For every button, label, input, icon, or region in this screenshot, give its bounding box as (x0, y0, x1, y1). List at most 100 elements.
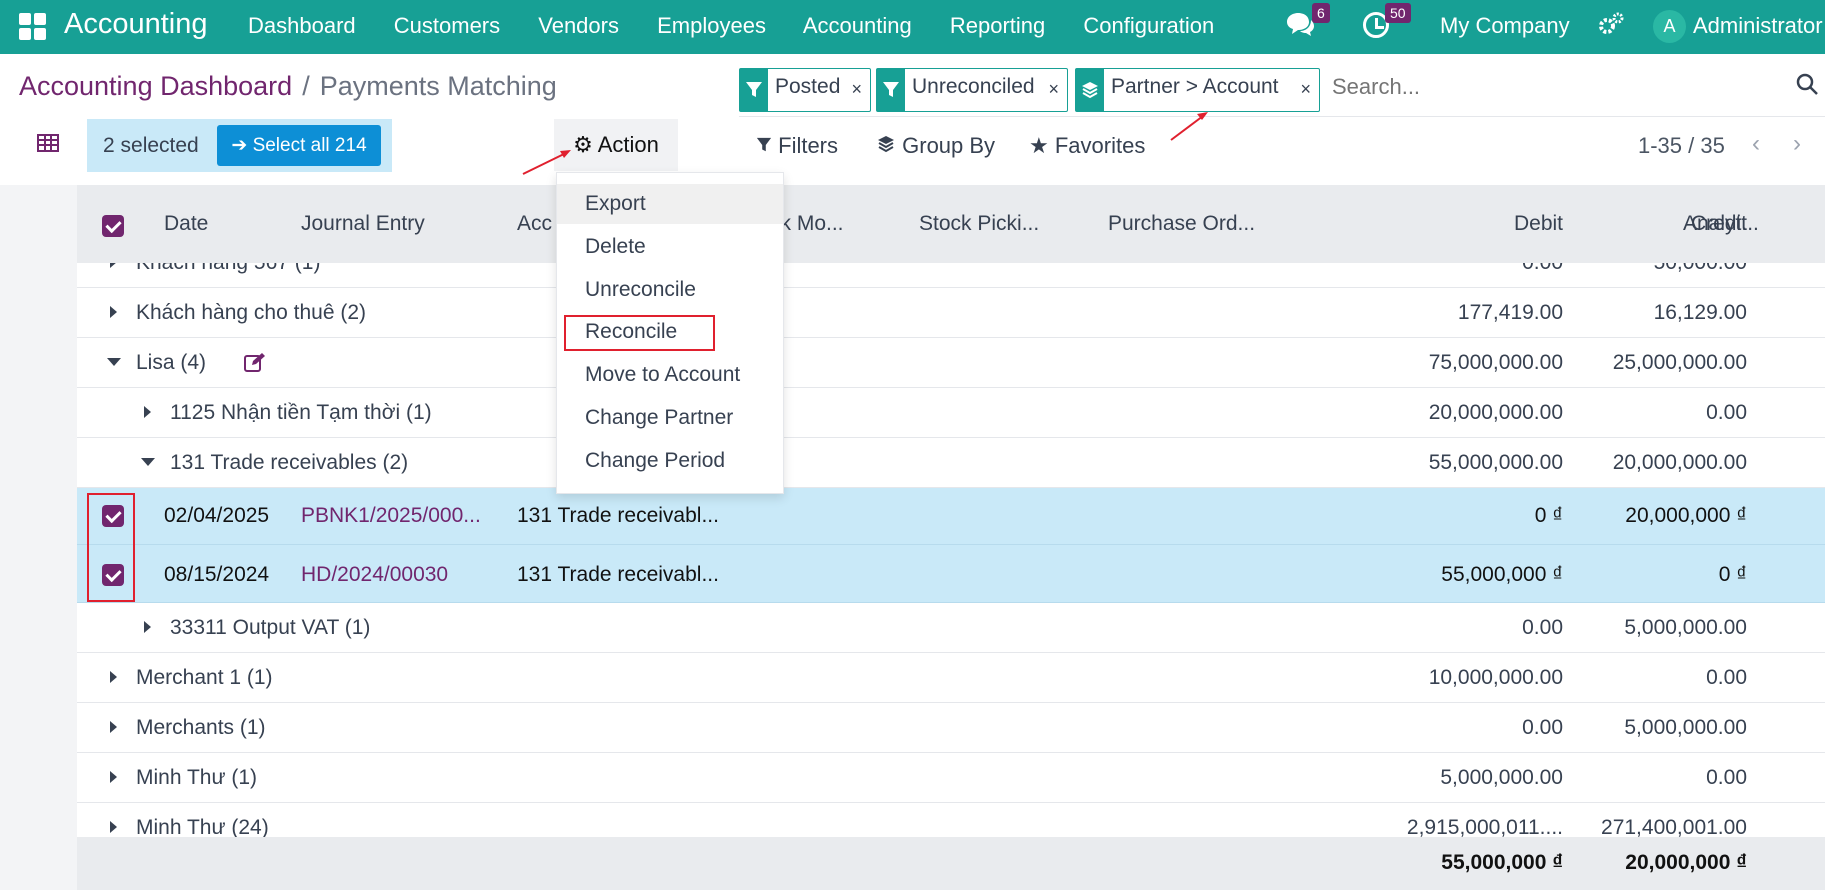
menu-customers[interactable]: Customers (394, 13, 500, 38)
group-credit: 25,000,000.00 (1612, 351, 1747, 374)
group-debit: 0.00 (1377, 263, 1563, 275)
edit-icon[interactable] (244, 352, 266, 378)
apps-grid-icon[interactable] (19, 13, 47, 41)
chat-icon[interactable] (1285, 12, 1315, 45)
menu-vendors[interactable]: Vendors (538, 13, 619, 38)
facet-remove[interactable]: × (851, 79, 862, 100)
col-analytic[interactable]: Analyt... (1683, 212, 1759, 236)
cell-date: 02/04/2025 (164, 504, 270, 527)
menu-dashboard[interactable]: Dashboard (248, 13, 356, 38)
subgroup-row[interactable]: 1125 Nhận tiền Tạm thời (1) 20,000,000.0… (77, 388, 1825, 438)
menu-item-delete[interactable]: Delete (557, 227, 783, 267)
col-account[interactable]: Acc (517, 212, 552, 236)
table-row[interactable]: 08/15/2024 HD/2024/00030 131 Trade recei… (77, 545, 1825, 603)
menu-item-move-to-account[interactable]: Move to Account (557, 355, 783, 395)
group-label: Minh Thư (24) (136, 816, 269, 838)
table-row[interactable]: 02/04/2025 PBNK1/2025/000... 131 Trade r… (77, 488, 1825, 545)
cell-credit: 0 ₫ (1718, 563, 1747, 586)
menu-item-unreconcile[interactable]: Unreconcile (557, 270, 783, 310)
breadcrumb-parent[interactable]: Accounting Dashboard (19, 71, 292, 101)
menu-item-change-partner[interactable]: Change Partner (557, 398, 783, 438)
top-navbar: Accounting Dashboard Customers Vendors E… (0, 0, 1825, 54)
group-credit: 0.00 (1706, 401, 1747, 424)
col-date[interactable]: Date (164, 212, 208, 236)
user-menu[interactable]: Administrator (1693, 13, 1823, 39)
caret-right-icon (110, 771, 117, 783)
facet-posted: Posted × (739, 68, 871, 112)
caret-right-icon (110, 671, 117, 683)
chevron-right-icon[interactable]: › (1793, 130, 1801, 158)
filters-button[interactable]: Filters (756, 133, 838, 159)
col-debit[interactable]: Debit (1377, 212, 1563, 236)
search-icon[interactable] (1795, 72, 1819, 102)
group-label: Khách hàng cho thuê (2) (136, 301, 366, 324)
group-debit: 5,000,000.00 (1440, 766, 1563, 789)
group-label: 1125 Nhận tiền Tạm thời (1) (170, 401, 432, 424)
cell-journal-entry[interactable]: HD/2024/00030 (301, 563, 448, 587)
select-all-checkbox[interactable] (102, 215, 124, 237)
group-debit: 75,000,000.00 (1428, 351, 1563, 374)
caret-right-icon (144, 406, 151, 418)
group-debit: 0.00 (1522, 716, 1563, 739)
group-row[interactable]: Khách hàng cho thuê (2) 177,419.00 16,12… (77, 288, 1825, 338)
group-row[interactable]: Minh Thư (1) 5,000,000.00 0.00 (77, 753, 1825, 803)
group-label: Merchant 1 (1) (136, 666, 273, 689)
cogs-icon[interactable] (1597, 10, 1625, 45)
group-row[interactable]: Merchant 1 (1) 10,000,000.00 0.00 (77, 653, 1825, 703)
group-row[interactable]: Merchants (1) 0.00 5,000,000.00 (77, 703, 1825, 753)
cell-credit: 20,000,000 ₫ (1625, 504, 1747, 527)
facet-unreconciled: Unreconciled × (876, 68, 1068, 112)
select-all-button[interactable]: ➔ Select all 214 (217, 125, 381, 166)
highlight-reconcile (564, 315, 715, 351)
facet-groupby: Partner > Account × (1075, 68, 1320, 112)
col-purchase-order[interactable]: Purchase Ord... (1108, 212, 1255, 236)
filter-icon (756, 133, 772, 158)
group-credit: 5,000,000.00 (1624, 716, 1747, 739)
gear-icon: ⚙ (573, 132, 593, 157)
group-row[interactable]: Minh Thư (24) 2,915,000,011.... 271,400,… (77, 803, 1825, 838)
list-view-icon[interactable] (37, 134, 59, 158)
group-by-button[interactable]: Group By (876, 133, 995, 159)
group-by-label: Group By (902, 133, 996, 158)
caret-down-icon (141, 458, 155, 466)
menu-item-change-period[interactable]: Change Period (557, 441, 783, 481)
filter-icon (877, 69, 905, 111)
search-underline (739, 116, 1825, 117)
facet-remove[interactable]: × (1300, 79, 1311, 100)
subgroup-row[interactable]: 131 Trade receivables (2) 55,000,000.00 … (77, 438, 1825, 488)
group-debit: 0.00 (1522, 616, 1563, 639)
col-stock-picking[interactable]: Stock Picki... (919, 212, 1039, 236)
caret-right-icon (110, 263, 117, 268)
group-label: Khách hàng 567 (1) (136, 263, 320, 275)
search-input[interactable] (1332, 74, 1782, 100)
facet-label: Partner > Account (1111, 75, 1279, 98)
pager-value[interactable]: 1-35 / 35 (1638, 133, 1725, 159)
left-gutter (0, 185, 77, 890)
menu-item-export[interactable]: Export (557, 184, 783, 224)
select-all-label: Select all 214 (252, 135, 367, 156)
facet-remove[interactable]: × (1048, 79, 1059, 100)
facet-label: Posted (775, 75, 841, 98)
selection-bar: 2 selected ➔ Select all 214 (87, 119, 392, 172)
menu-configuration[interactable]: Configuration (1083, 13, 1214, 38)
caret-right-icon (110, 721, 117, 733)
col-journal-entry[interactable]: Journal Entry (301, 212, 425, 236)
group-row[interactable]: Lisa (4) 75,000,000.00 25,000,000.00 (77, 338, 1825, 388)
subgroup-row[interactable]: 33311 Output VAT (1) 0.00 5,000,000.00 (77, 603, 1825, 653)
menu-employees[interactable]: Employees (657, 13, 766, 38)
action-button[interactable]: ⚙ Action (554, 119, 678, 171)
favorites-button[interactable]: ★ Favorites (1029, 133, 1145, 159)
company-switcher[interactable]: My Company (1440, 13, 1570, 39)
selected-count: 2 selected (103, 134, 199, 157)
activities-badge: 50 (1385, 3, 1411, 23)
layers-icon (1076, 69, 1104, 111)
chevron-left-icon[interactable]: ‹ (1752, 130, 1760, 158)
group-credit: 50,000.00 (1577, 263, 1747, 275)
avatar[interactable]: A (1653, 10, 1686, 43)
app-brand[interactable]: Accounting (64, 8, 208, 41)
cell-journal-entry[interactable]: PBNK1/2025/000... (301, 504, 481, 528)
action-label: Action (597, 132, 659, 157)
menu-reporting[interactable]: Reporting (950, 13, 1045, 38)
menu-accounting[interactable]: Accounting (803, 13, 912, 38)
group-row[interactable]: Khách hàng 567 (1) 0.00 50,000.00 (77, 263, 1825, 288)
